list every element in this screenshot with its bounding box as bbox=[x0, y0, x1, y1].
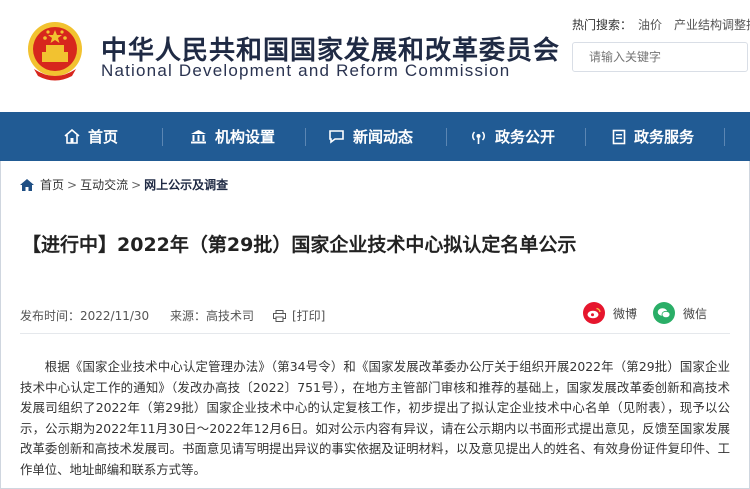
nav-divider bbox=[446, 128, 447, 146]
wechat-icon bbox=[653, 302, 675, 324]
article-source: 来源： 高技术司 bbox=[170, 307, 254, 324]
print-button[interactable]: [打印] bbox=[273, 307, 325, 324]
publish-date: 发布时间： 2022/11/30 bbox=[20, 307, 149, 324]
hot-search-item[interactable]: 油价 bbox=[638, 18, 662, 32]
print-label: [打印] bbox=[292, 309, 326, 323]
nav-label: 政务服务 bbox=[634, 128, 695, 146]
breadcrumb-separator: > bbox=[67, 177, 78, 192]
broadcast-icon bbox=[472, 130, 485, 144]
nav-label: 首页 bbox=[88, 128, 119, 146]
site-title-en: National Development and Reform Commissi… bbox=[101, 61, 511, 80]
national-emblem-icon[interactable] bbox=[24, 19, 86, 83]
home-icon bbox=[20, 178, 34, 191]
hot-search-label: 热门搜索： bbox=[572, 18, 633, 32]
search-box bbox=[572, 42, 750, 72]
breadcrumb-item-current[interactable]: 网上公示及调查 bbox=[144, 176, 228, 193]
nav-divider bbox=[305, 128, 306, 146]
nav-label: 新闻动态 bbox=[353, 128, 414, 146]
search-input[interactable] bbox=[587, 43, 750, 71]
nav-label: 机构设置 bbox=[215, 128, 276, 146]
doc-icon bbox=[612, 129, 626, 144]
weibo-label: 微博 bbox=[613, 306, 638, 321]
nav-item-news[interactable]: 新闻动态 bbox=[328, 112, 413, 161]
main-nav: 首页 机构设置 新闻动态 政务公开 政务服务 bbox=[0, 112, 750, 161]
nav-divider bbox=[585, 128, 586, 146]
hot-search-item[interactable]: 产业结构调整指导 bbox=[674, 18, 750, 32]
breadcrumb-item-home[interactable]: 首页 bbox=[40, 176, 64, 193]
chat-icon bbox=[329, 130, 344, 144]
building-icon bbox=[191, 130, 206, 144]
nav-item-organization[interactable]: 机构设置 bbox=[190, 112, 275, 161]
breadcrumb-item-interaction[interactable]: 互动交流 bbox=[80, 176, 128, 193]
source-label: 来源： bbox=[170, 309, 207, 323]
article-body: 根据《国家企业技术中心认定管理办法》（第34号令）和《国家发展改革委办公厅关于组… bbox=[20, 359, 730, 477]
publish-date-value: 2022/11/30 bbox=[80, 308, 150, 323]
breadcrumb-separator: > bbox=[131, 177, 142, 192]
printer-icon bbox=[273, 309, 286, 322]
article-title: 【进行中】2022年（第29批）国家企业技术中心拟认定名单公示 bbox=[22, 234, 577, 256]
publish-label: 发布时间： bbox=[20, 309, 81, 323]
wechat-label: 微信 bbox=[683, 306, 708, 321]
site-header: 中华人民共和国国家发展和改革委员会 National Development a… bbox=[0, 0, 750, 112]
breadcrumb: 首页 > 互动交流 > 网上公示及调查 bbox=[20, 176, 228, 193]
source-value: 高技术司 bbox=[206, 309, 255, 323]
nav-divider bbox=[162, 128, 163, 146]
nav-divider bbox=[724, 128, 725, 146]
divider bbox=[20, 333, 730, 334]
nav-label: 政务公开 bbox=[495, 128, 556, 146]
nav-item-home[interactable]: 首页 bbox=[64, 112, 118, 161]
home-icon bbox=[64, 129, 80, 144]
share-wechat[interactable]: 微信 bbox=[653, 302, 707, 324]
share-weibo[interactable]: 微博 bbox=[583, 302, 637, 324]
nav-item-gov-services[interactable]: 政务服务 bbox=[612, 112, 694, 161]
hot-search: 热门搜索： 油价产业结构调整指导 bbox=[572, 16, 750, 33]
nav-item-gov-affairs[interactable]: 政务公开 bbox=[470, 112, 555, 161]
weibo-icon bbox=[583, 302, 605, 324]
